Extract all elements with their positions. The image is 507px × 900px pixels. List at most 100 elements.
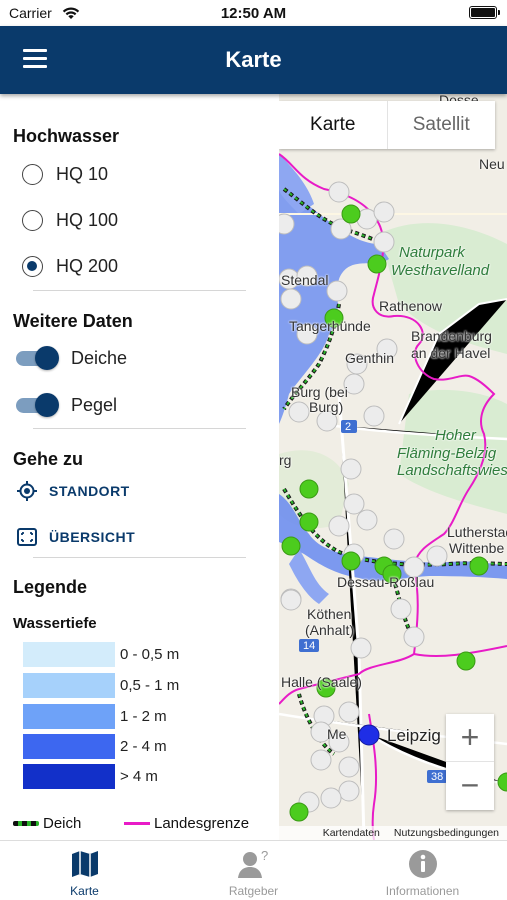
clock: 12:50 AM (220, 5, 287, 22)
divider (33, 290, 246, 291)
border-line-swatch (124, 821, 150, 825)
uebersicht-button[interactable]: ÜBERSICHT (16, 525, 135, 549)
legend-depth-row: > 4 m (23, 764, 158, 789)
radio-label: HQ 100 (56, 209, 119, 230)
landesgrenze-label: Landesgrenze (154, 814, 250, 832)
map-label-lutherstadt-1: Lutherstad (447, 524, 507, 540)
depth-label: 0 - 0,5 m (120, 646, 180, 663)
zoom-control: + − (446, 714, 494, 810)
map-label-tangerhuende: Tangerhünde (289, 318, 371, 334)
legend-depth-row: 0 - 0,5 m (23, 642, 179, 667)
map-label-hoher-1: Hoher (435, 427, 476, 444)
depth-swatch (23, 642, 115, 667)
map-label-brandenburg-1: Brandenburg (411, 328, 492, 344)
map-label-koethen-2: (Anhalt) (305, 622, 355, 638)
radio-button[interactable] (22, 163, 43, 185)
map-type-karte[interactable]: Karte (279, 101, 387, 149)
battery-icon (469, 6, 500, 19)
map-label-genthin: Genthin (345, 350, 395, 366)
radio-hq10[interactable]: HQ 10 (22, 161, 108, 187)
map-label-dessau: Dessau-Roßlau (337, 574, 435, 590)
overview-frame-icon (17, 528, 37, 546)
toggle-deiche[interactable]: Deiche (14, 345, 127, 371)
page-title: Karte (225, 47, 282, 72)
radio-label: HQ 200 (56, 255, 119, 276)
map-view[interactable]: Dosse Neu Naturpark Westhavelland Stenda… (279, 94, 507, 840)
uebersicht-label: ÜBERSICHT (49, 529, 136, 545)
weitere-daten-title: Weitere Daten (13, 311, 133, 331)
locate-icon (17, 481, 37, 501)
map-label-lutherstadt-2: Wittenbe (449, 540, 505, 556)
map-label-brandenburg-2: an der Havel (411, 345, 491, 361)
map-label-me: Me (327, 726, 347, 742)
toggle-switch[interactable] (14, 346, 61, 370)
depth-swatch (23, 764, 115, 789)
map-label-leipzig: Leipzig (387, 726, 441, 745)
depth-label: 2 - 4 m (120, 738, 167, 755)
info-icon (408, 850, 437, 878)
deich-label: Deich (43, 814, 82, 832)
tab-ratgeber[interactable]: ? Ratgeber (169, 841, 338, 900)
depth-label: > 4 m (120, 768, 158, 785)
zoom-out-button[interactable]: − (446, 762, 494, 810)
radio-button-selected[interactable] (22, 255, 43, 277)
tab-label: Informationen (385, 884, 460, 898)
app-header: Karte (0, 26, 507, 94)
person-question-icon: ? (237, 849, 268, 878)
layer-drawer: Hochwasser HQ 10 HQ 100 HQ 200 Weitere D… (0, 94, 279, 840)
toggle-label: Pegel (71, 394, 118, 415)
map-label-burg-2: Burg) (309, 399, 344, 415)
map-label-hoher-3: Landschaftswies (397, 462, 507, 479)
depth-label: 1 - 2 m (120, 708, 167, 725)
map-label-hoher-2: Fläming-Belzig (397, 445, 497, 462)
depth-swatch (23, 673, 115, 698)
tab-informationen[interactable]: Informationen (338, 841, 507, 900)
app-screen: Carrier 12:50 AM Karte Hochwasser HQ 10 … (0, 0, 507, 900)
map-label-stendal: Stendal (281, 272, 329, 288)
map-label-neu: Neu (479, 156, 505, 172)
map-label-halle: Halle (Saale) (281, 674, 362, 690)
tab-karte[interactable]: Karte (0, 841, 169, 900)
toggle-switch[interactable] (14, 393, 61, 417)
map-label-burg: Burg (bei (291, 384, 348, 400)
toggle-label: Deiche (71, 347, 128, 368)
map-data-link[interactable]: Kartendaten (323, 826, 380, 840)
road-shield-2: 2 (345, 421, 352, 433)
radio-hq200[interactable]: HQ 200 (22, 253, 118, 279)
dike-line-swatch (13, 820, 39, 826)
terms-link[interactable]: Nutzungsbedingungen (394, 826, 499, 840)
map-icon (71, 851, 98, 877)
status-bar: Carrier 12:50 AM (0, 0, 507, 26)
road-shield-38: 38 (431, 771, 444, 783)
tab-bar: Karte ? Ratgeber Informationen (0, 840, 507, 900)
zoom-in-button[interactable]: + (446, 714, 494, 762)
radio-hq100[interactable]: HQ 100 (22, 207, 118, 233)
svg-text:?: ? (261, 849, 268, 863)
tab-label: Karte (70, 884, 99, 898)
map-attribution: Kartendaten Nutzungsbedingungen (279, 826, 507, 840)
legend-landesgrenze: Landesgrenze (124, 813, 249, 833)
depth-swatch (23, 734, 115, 759)
toggle-pegel[interactable]: Pegel (14, 392, 117, 418)
radio-label: HQ 10 (56, 163, 109, 184)
legend-depth-row: 0,5 - 1 m (23, 673, 179, 698)
depth-swatch (23, 704, 115, 729)
map-label-koethen-1: Köthen (307, 606, 352, 622)
map-label-rathenow: Rathenow (379, 298, 443, 314)
map-type-satellit[interactable]: Satellit (386, 101, 496, 149)
hochwasser-title: Hochwasser (13, 126, 120, 146)
standort-button[interactable]: STANDORT (16, 479, 130, 503)
divider (33, 428, 246, 429)
legend-depth-row: 1 - 2 m (23, 704, 167, 729)
legende-title: Legende (13, 577, 88, 597)
map-label-naturpark-2: Westhavelland (391, 262, 490, 279)
map-label-rg: rg (279, 452, 292, 468)
radio-button[interactable] (22, 209, 43, 231)
divider (33, 557, 246, 558)
legend-depth-row: 2 - 4 m (23, 734, 167, 759)
wassertiefe-title: Wassertiefe (13, 615, 97, 632)
map-label-naturpark-1: Naturpark (399, 244, 465, 261)
map-type-control: Karte Satellit (279, 101, 495, 149)
depth-label: 0,5 - 1 m (120, 677, 180, 694)
tab-label: Ratgeber (228, 884, 279, 898)
